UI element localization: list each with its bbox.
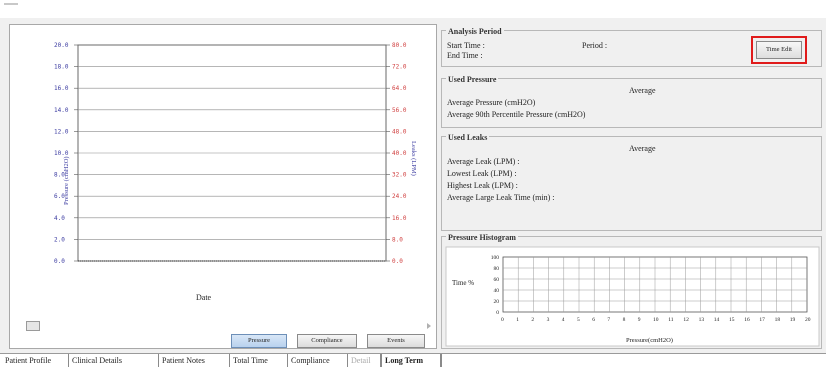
average-large-leak-time-label: Average Large Leak Time (min) : xyxy=(447,193,555,202)
window-top-strip xyxy=(0,0,826,18)
analysis-period-title: Analysis Period xyxy=(446,27,504,36)
histogram-x-tick-label: 2 xyxy=(531,317,534,323)
tab-compliance[interactable]: Compliance xyxy=(288,354,348,367)
left-tick-label: 0.0 xyxy=(54,258,65,265)
scroll-right-arrow-icon[interactable] xyxy=(427,323,431,329)
time-edit-button[interactable]: Time Edit xyxy=(756,41,802,59)
average-pressure-label: Average Pressure (cmH2O) xyxy=(447,98,536,107)
histogram-x-tick-label: 12 xyxy=(683,317,689,323)
histogram-y-tick-label: 100 xyxy=(491,255,500,261)
right-tick-label: 56.0 xyxy=(392,107,407,114)
right-tick-label: 64.0 xyxy=(392,85,407,92)
right-axis-title: Leaks (LPM) xyxy=(410,141,417,176)
window-title-mark xyxy=(4,3,18,5)
histogram-y-tick-label: 20 xyxy=(494,299,500,305)
histogram-x-tick-label: 18 xyxy=(775,317,781,323)
left-tick-label: 18.0 xyxy=(54,64,69,71)
histogram-x-tick-label: 16 xyxy=(744,317,750,323)
right-tick-label: 8.0 xyxy=(392,236,403,243)
left-tick-label: 12.0 xyxy=(54,128,69,135)
histogram-x-tick-label: 0 xyxy=(501,317,504,323)
left-tick-label: 16.0 xyxy=(54,85,69,92)
histogram-x-tick-label: 6 xyxy=(592,317,595,323)
used-leaks-title: Used Leaks xyxy=(446,133,490,142)
tab-total-time[interactable]: Total Time xyxy=(230,354,288,367)
histogram-x-tick-label: 4 xyxy=(562,317,565,323)
histogram-x-tick-label: 9 xyxy=(638,317,641,323)
left-tick-label: 2.0 xyxy=(54,236,65,243)
average-90th-pressure-label: Average 90th Percentile Pressure (cmH2O) xyxy=(447,110,586,119)
right-tick-label: 72.0 xyxy=(392,64,407,71)
pressure-histogram-group: Pressure Histogram 100 80 60 40 20 0 01234567… xyxy=(441,233,822,349)
end-time-label: End Time : xyxy=(447,51,483,60)
histogram-x-tick-label: 20 xyxy=(805,317,811,323)
used-leaks-group: Used Leaks Average Average Leak (LPM) : … xyxy=(441,133,822,231)
right-tick-label: 24.0 xyxy=(392,193,407,200)
events-view-button[interactable]: Events xyxy=(367,334,425,348)
trend-chart-panel: 20.0 18.0 16.0 14.0 12.0 10.0 8.0 6.0 4.0 2.0 0.0 … xyxy=(9,24,437,349)
used-pressure-average-header: Average xyxy=(629,86,656,95)
chart-horizontal-scrollbar[interactable] xyxy=(26,321,431,331)
average-leak-label: Average Leak (LPM) : xyxy=(447,157,520,166)
period-label: Period : xyxy=(582,41,608,50)
histogram-x-tick-label: 11 xyxy=(668,317,674,323)
pressure-histogram-chart: 100806040200 0 1 2 3 4 5 6 7 8 9 10 11 12 13 14 15 16 17 1… xyxy=(445,246,820,347)
histogram-x-tick-label: 19 xyxy=(790,317,796,323)
start-time-label: Start Time : xyxy=(447,41,485,50)
right-tick-label: 80.0 xyxy=(392,42,407,49)
scrollbar-thumb[interactable] xyxy=(26,321,40,331)
histogram-x-tick-label: 3 xyxy=(547,317,550,323)
left-tick-label: 4.0 xyxy=(54,215,65,222)
right-tick-label: 0.0 xyxy=(392,258,403,265)
tab-bar-filler xyxy=(441,354,826,367)
histogram-x-axis-title: Pressure(cmH2O) xyxy=(626,337,673,344)
left-tick-label: 20.0 xyxy=(54,42,69,49)
used-pressure-group: Used Pressure Average Average Pressure (… xyxy=(441,75,822,128)
lowest-leak-label: Lowest Leak (LPM) : xyxy=(447,169,517,178)
histogram-x-tick-label: 14 xyxy=(714,317,720,323)
bottom-tab-bar: Patient Profile Clinical Details Patient… xyxy=(0,353,826,367)
tab-patient-notes[interactable]: Patient Notes xyxy=(159,354,230,367)
right-tick-label: 40.0 xyxy=(392,150,407,157)
histogram-x-tick-label: 7 xyxy=(607,317,610,323)
histogram-x-tick-label: 1 xyxy=(516,317,519,323)
tab-detail: Detail xyxy=(348,354,381,367)
trend-chart: 20.018.016.014.012.010.08.06.04.02.00.0 … xyxy=(54,42,417,265)
right-tick-label: 32.0 xyxy=(392,172,407,179)
pressure-view-button[interactable]: Pressure xyxy=(231,334,287,348)
histogram-y-axis-title: Time % xyxy=(452,279,475,287)
compliance-view-button[interactable]: Compliance xyxy=(297,334,357,348)
right-tick-label: 48.0 xyxy=(392,128,407,135)
histogram-y-tick-label: 60 xyxy=(494,277,500,283)
histogram-y-tick-label: 0 xyxy=(496,310,499,316)
tab-clinical-details[interactable]: Clinical Details xyxy=(69,354,159,367)
right-tick-label: 16.0 xyxy=(392,215,407,222)
histogram-y-tick-label: 40 xyxy=(494,288,500,294)
histogram-x-tick-label: 13 xyxy=(699,317,705,323)
left-axis-title: Pressure (cmH2O) xyxy=(63,156,70,205)
used-pressure-title: Used Pressure xyxy=(446,75,499,84)
histogram-y-tick-label: 80 xyxy=(494,266,500,272)
histogram-x-tick-label: 5 xyxy=(577,317,580,323)
time-edit-highlight: Time Edit xyxy=(751,36,807,64)
left-tick-label: 10.0 xyxy=(54,150,69,157)
histogram-x-tick-label: 8 xyxy=(623,317,626,323)
tab-patient-profile[interactable]: Patient Profile xyxy=(2,354,69,367)
histogram-x-tick-label: 17 xyxy=(759,317,765,323)
left-tick-label: 14.0 xyxy=(54,107,69,114)
x-axis-title: Date xyxy=(196,293,212,302)
tab-long-term[interactable]: Long Term xyxy=(381,354,441,367)
used-leaks-average-header: Average xyxy=(629,144,656,153)
histogram-x-tick-label: 10 xyxy=(653,317,659,323)
highest-leak-label: Highest Leak (LPM) : xyxy=(447,181,518,190)
histogram-x-tick-label: 15 xyxy=(729,317,735,323)
